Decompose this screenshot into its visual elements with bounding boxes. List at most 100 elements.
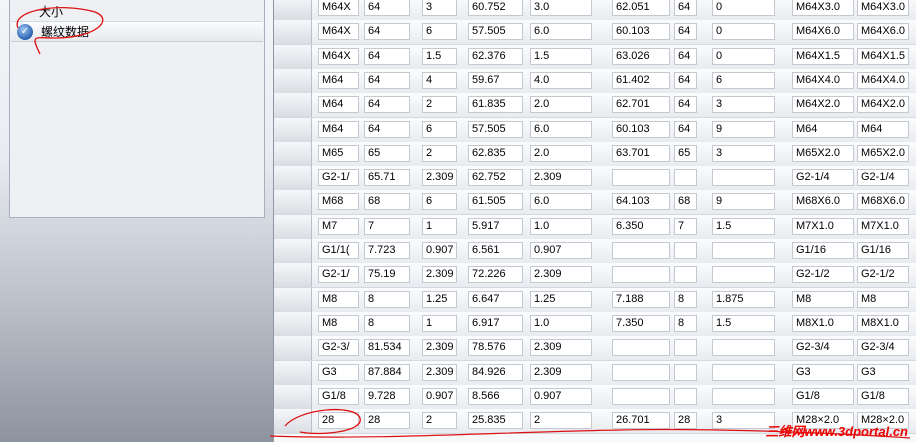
table-cell[interactable]: 63.701: [612, 144, 670, 162]
table-cell[interactable]: M65X2.0: [857, 144, 909, 162]
row-header[interactable]: [274, 141, 312, 166]
table-cell[interactable]: M64: [857, 120, 909, 138]
table-cell[interactable]: [612, 339, 670, 357]
table-cell[interactable]: M68X6.0: [857, 193, 909, 211]
table-cell[interactable]: 6: [422, 120, 457, 138]
table-cell[interactable]: 1.5: [712, 314, 775, 332]
row-header[interactable]: [274, 117, 312, 142]
table-cell[interactable]: 7: [674, 217, 697, 235]
table-cell[interactable]: G3: [857, 363, 909, 381]
table-cell[interactable]: 62.701: [612, 96, 670, 114]
table-cell[interactable]: 28: [364, 412, 410, 430]
table-cell[interactable]: 64: [674, 71, 697, 89]
row-header[interactable]: [274, 0, 312, 20]
table-cell[interactable]: [612, 242, 670, 259]
table-cell[interactable]: M64: [318, 120, 359, 138]
table-cell[interactable]: 62.835: [468, 144, 523, 162]
table-cell[interactable]: M64X4.0: [857, 71, 909, 89]
table-cell[interactable]: G2-1/4: [857, 169, 909, 187]
table-cell[interactable]: 9.728: [364, 387, 410, 405]
table-cell[interactable]: 1: [422, 314, 457, 332]
table-cell[interactable]: M64: [318, 71, 359, 89]
table-cell[interactable]: [674, 363, 697, 381]
row-header[interactable]: [274, 360, 312, 385]
table-cell[interactable]: 61.835: [468, 96, 523, 114]
table-cell[interactable]: 61.505: [468, 193, 523, 211]
row-header[interactable]: [274, 384, 312, 409]
table-cell[interactable]: 0: [712, 0, 775, 16]
table-cell[interactable]: 1.0: [530, 217, 592, 235]
table-cell[interactable]: 1.0: [530, 314, 592, 332]
table-cell[interactable]: 63.026: [612, 47, 670, 65]
table-cell[interactable]: 1.5: [530, 47, 592, 65]
table-cell[interactable]: 64: [674, 120, 697, 138]
table-cell[interactable]: 2.309: [422, 363, 457, 381]
table-cell[interactable]: 2.309: [530, 266, 592, 284]
table-cell[interactable]: G1/8: [857, 387, 909, 405]
table-cell[interactable]: 6.350: [612, 217, 670, 235]
table-cell[interactable]: G1/16: [792, 242, 854, 259]
row-header[interactable]: [274, 190, 312, 215]
table-cell[interactable]: 6: [422, 23, 457, 41]
table-cell[interactable]: G1/1(: [318, 242, 359, 259]
table-cell[interactable]: M64X6.0: [792, 23, 854, 41]
tree-item-thread-data[interactable]: ✓ 螺纹数据: [11, 21, 263, 42]
table-cell[interactable]: 6.647: [468, 290, 523, 308]
table-cell[interactable]: 2: [422, 96, 457, 114]
table-cell[interactable]: 6.0: [530, 120, 592, 138]
table-cell[interactable]: 7: [364, 217, 410, 235]
table-cell[interactable]: 2: [422, 144, 457, 162]
table-cell[interactable]: 59.67: [468, 71, 523, 89]
table-cell[interactable]: G2-3/4: [792, 339, 854, 357]
table-cell[interactable]: [674, 242, 697, 259]
table-cell[interactable]: 1.875: [712, 290, 775, 308]
table-cell[interactable]: 72.226: [468, 266, 523, 284]
table-cell[interactable]: M8: [857, 290, 909, 308]
table-cell[interactable]: M8: [792, 290, 854, 308]
table-cell[interactable]: 6.561: [468, 242, 523, 259]
table-cell[interactable]: 26.701: [612, 412, 670, 430]
table-cell[interactable]: 2.309: [422, 339, 457, 357]
table-cell[interactable]: 2: [422, 412, 457, 430]
table-cell[interactable]: 8: [674, 290, 697, 308]
table-cell[interactable]: 84.926: [468, 363, 523, 381]
table-cell[interactable]: 64: [364, 71, 410, 89]
table-cell[interactable]: 62.051: [612, 0, 670, 16]
row-header[interactable]: [274, 93, 312, 118]
table-cell[interactable]: 3: [712, 96, 775, 114]
table-cell[interactable]: [612, 169, 670, 187]
tree-item-size[interactable]: 大小: [11, 2, 263, 21]
row-header[interactable]: [274, 44, 312, 69]
table-cell[interactable]: 64: [364, 23, 410, 41]
table-cell[interactable]: 57.505: [468, 120, 523, 138]
table-cell[interactable]: 65.71: [364, 169, 410, 187]
row-header[interactable]: [274, 336, 312, 361]
table-cell[interactable]: 0.907: [422, 242, 457, 259]
table-cell[interactable]: 9: [712, 120, 775, 138]
table-cell[interactable]: 1.5: [422, 47, 457, 65]
table-cell[interactable]: 2.309: [530, 169, 592, 187]
table-cell[interactable]: 81.534: [364, 339, 410, 357]
table-cell[interactable]: M68X6.0: [792, 193, 854, 211]
table-cell[interactable]: M64: [792, 120, 854, 138]
table-cell[interactable]: 2.309: [530, 363, 592, 381]
table-cell[interactable]: M64X: [318, 0, 359, 16]
table-cell[interactable]: G2-1/2: [792, 266, 854, 284]
row-header[interactable]: [274, 20, 312, 45]
table-cell[interactable]: 3: [712, 144, 775, 162]
table-cell[interactable]: 2.309: [422, 169, 457, 187]
table-cell[interactable]: 60.103: [612, 120, 670, 138]
table-cell[interactable]: [712, 266, 775, 284]
table-cell[interactable]: M8: [318, 314, 359, 332]
table-cell[interactable]: M64X3.0: [857, 0, 909, 16]
table-cell[interactable]: 2.0: [530, 96, 592, 114]
table-cell[interactable]: 0.907: [530, 387, 592, 405]
table-cell[interactable]: M64X: [318, 47, 359, 65]
table-cell[interactable]: 60.103: [612, 23, 670, 41]
table-cell[interactable]: 3: [422, 0, 457, 16]
row-header[interactable]: [274, 239, 312, 263]
table-cell[interactable]: 6: [712, 71, 775, 89]
table-cell[interactable]: 64: [364, 96, 410, 114]
table-cell[interactable]: 1.25: [530, 290, 592, 308]
row-header[interactable]: [274, 68, 312, 93]
